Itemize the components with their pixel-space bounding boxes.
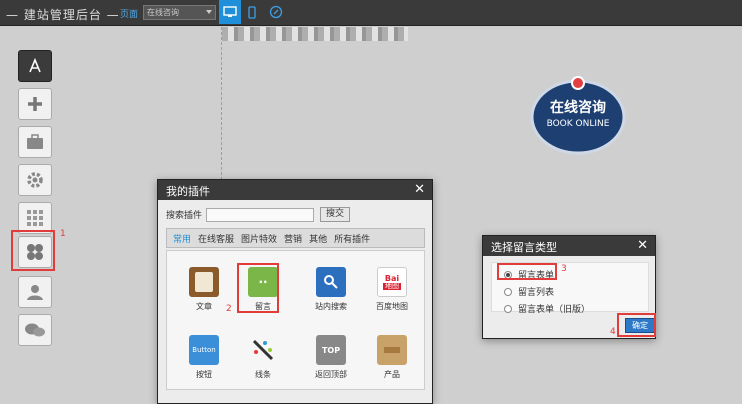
briefcase-icon: [27, 134, 43, 149]
button-icon-text: Button: [192, 346, 216, 354]
option-label: 留言列表: [518, 288, 555, 298]
back-to-top-icon: TOP: [316, 335, 346, 365]
sidebar-user[interactable]: [18, 276, 52, 308]
tab-all-plugins[interactable]: 所有插件: [334, 232, 370, 245]
sidebar-add[interactable]: [18, 88, 52, 120]
plugin-product[interactable]: 产品: [367, 335, 417, 380]
chevron-down-icon: [206, 10, 212, 14]
badge-title: 在线咨询: [550, 100, 606, 116]
highlight-box-confirm: [617, 313, 656, 337]
refresh-icon: [269, 5, 283, 19]
close-icon[interactable]: ✕: [414, 182, 425, 197]
page-label: 页面: [120, 10, 139, 20]
plugins-window: 我的插件 ✕ 搜索插件 搜交 常用 在线客服 图片特效 营销 其他 所有插件 文…: [157, 179, 433, 404]
top-bar: — 建站管理后台 — 页面 在线咨询: [0, 0, 742, 26]
plus-icon: [28, 97, 42, 111]
tab-marketing[interactable]: 营销: [284, 232, 302, 245]
step-marker-1: 1: [60, 229, 66, 239]
radio-button[interactable]: [504, 304, 512, 313]
plugin-baidu-map[interactable]: Bai 地图 百度地图: [367, 267, 417, 312]
tab-common[interactable]: 常用: [173, 232, 191, 245]
sidebar-app-store[interactable]: [18, 50, 52, 82]
step-marker-3: 3: [561, 264, 567, 274]
page-banner-strip: [222, 27, 408, 41]
plugins-window-titlebar: 我的插件 ✕: [158, 180, 432, 200]
line-tool-icon: [248, 335, 278, 365]
user-icon: [27, 285, 43, 300]
message-type-title: 选择留言类型: [491, 241, 557, 254]
badge-subtitle: BOOK ONLINE: [546, 119, 610, 129]
tab-other[interactable]: 其他: [309, 232, 327, 245]
plugin-search-button[interactable]: 搜交: [320, 207, 351, 222]
highlight-box-plugins: [11, 230, 55, 271]
search-label: 搜索插件: [166, 211, 203, 221]
plugin-search-row: 搜索插件 搜交: [166, 207, 351, 222]
wechat-icon: [25, 323, 45, 337]
clipboard-icon: [189, 267, 219, 297]
plugin-button[interactable]: Button 按钮: [179, 335, 229, 380]
plugin-tabs: 常用 在线客服 图片特效 营销 其他 所有插件: [166, 228, 425, 248]
desktop-view-button[interactable]: [219, 0, 241, 24]
plugin-grid: 文章 ·· 留言 站内搜索 Bai 地图 百度地图 Button 按钮 线条 T…: [166, 250, 425, 390]
plugin-search-input[interactable]: [206, 207, 315, 222]
grid-icon: [27, 210, 43, 226]
page-select[interactable]: 在线咨询: [143, 5, 216, 20]
product-box-icon: [377, 335, 407, 365]
desktop-icon: [223, 6, 237, 17]
search-icon: [316, 267, 346, 297]
plugin-line[interactable]: 线条: [238, 335, 288, 380]
button-icon: Button: [189, 335, 219, 365]
top-icon-text: TOP: [321, 345, 341, 355]
plugin-back-to-top[interactable]: TOP 返回顶部: [306, 335, 356, 380]
option-label: 留言表单（旧版）: [518, 305, 591, 315]
brand-title: — 建站管理后台 —: [6, 8, 120, 22]
page-select-value: 在线咨询: [147, 8, 179, 17]
plugin-label: 文章: [196, 302, 212, 311]
baidu-map-icon: Bai 地图: [377, 267, 407, 297]
app-store-icon: [29, 57, 41, 73]
highlight-box-message: [237, 263, 279, 313]
sidebar-wechat[interactable]: [18, 314, 52, 346]
mobile-icon: [248, 5, 256, 19]
close-icon[interactable]: ✕: [637, 238, 648, 253]
sidebar-briefcase[interactable]: [18, 126, 52, 158]
plugin-label: 站内搜索: [315, 302, 347, 311]
online-consult-badge[interactable]: 在线咨询 BOOK ONLINE: [530, 75, 626, 155]
message-type-titlebar: 选择留言类型 ✕: [483, 236, 655, 256]
gear-icon: [27, 172, 43, 188]
plugin-label: 按钮: [196, 370, 212, 379]
radio-button[interactable]: [504, 287, 512, 296]
tab-image-effects[interactable]: 图片特效: [241, 232, 277, 245]
plugin-label: 返回顶部: [315, 370, 347, 379]
option-message-list[interactable]: 留言列表: [504, 285, 648, 298]
highlight-box-form-option: [497, 263, 557, 280]
sidebar-settings[interactable]: [18, 164, 52, 196]
step-marker-2: 2: [226, 304, 232, 314]
plugin-label: 产品: [384, 370, 400, 379]
step-marker-4: 4: [610, 327, 616, 337]
tab-online-service[interactable]: 在线客服: [198, 232, 234, 245]
plugin-site-search[interactable]: 站内搜索: [306, 267, 356, 312]
plugin-article[interactable]: 文章: [179, 267, 229, 312]
refresh-button[interactable]: [265, 0, 287, 24]
plugin-label: 线条: [255, 370, 271, 379]
plugins-window-title: 我的插件: [166, 185, 210, 198]
plugin-label: 百度地图: [376, 302, 408, 311]
mobile-view-button[interactable]: [241, 0, 263, 24]
map-text: 地图: [383, 281, 401, 290]
